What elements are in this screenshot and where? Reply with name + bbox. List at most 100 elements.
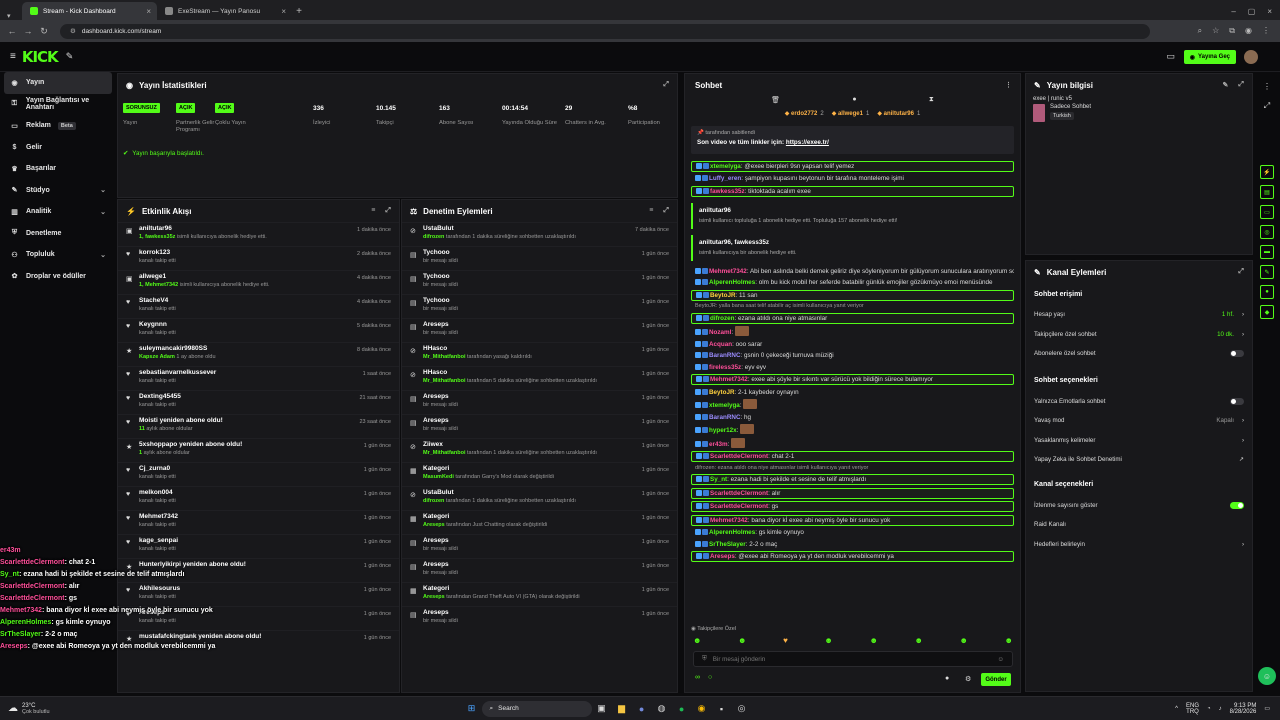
more-icon[interactable]: ⋮: [1260, 79, 1274, 93]
chat-message[interactable]: Acquan: ooo sarar: [691, 340, 1014, 349]
chat-message[interactable]: Mehmet7342: exee abi şöyle bir sıkıntı v…: [691, 374, 1014, 385]
feed-highlight[interactable]: Mr_Mithatfanboi: [423, 450, 465, 456]
feed-name[interactable]: kage_senpai: [139, 537, 178, 544]
chat-message[interactable]: difrozen: ezana atıldı ona niye atmasınl…: [691, 312, 1014, 324]
sidebar-item[interactable]: ✿ Droplar ve ödüller: [0, 266, 116, 288]
steam-icon[interactable]: ◍: [654, 701, 670, 717]
chat-message[interactable]: Mehmet7342: bana diyor kİ exee abi neymi…: [691, 514, 1014, 526]
feed-row[interactable]: ▤ Tychooo bir mesajı sildi 1 gün önce: [402, 294, 677, 318]
feed-name[interactable]: StacheV4: [139, 297, 176, 304]
chat-username[interactable]: Mehmet7342: [709, 268, 747, 275]
chat-username[interactable]: AlperenHolmes: [709, 529, 755, 536]
chat-username[interactable]: Nozaml: [709, 329, 731, 336]
feed-row[interactable]: ▤ Areseps bir mesajı sildi 1 gün önce: [402, 390, 677, 414]
file-explorer-icon[interactable]: ▆: [614, 701, 630, 717]
feed-row[interactable]: ▣ aniltutar96 1, fawkess35z isimli kullanı…: [118, 222, 399, 246]
tab-search-icon[interactable]: ▾: [0, 12, 22, 20]
setting-control[interactable]: [1230, 350, 1244, 358]
feed-row[interactable]: ♥ sebastianvarnelkussever kanalı takip ett…: [118, 366, 399, 390]
trash-icon[interactable]: 🗑: [771, 96, 780, 110]
sidebar-item[interactable]: ⚇ Topluluk ⌄: [0, 244, 116, 266]
chevron-down-icon[interactable]: ⌄: [100, 208, 106, 216]
chat-username[interactable]: SrTheSlayer: [709, 541, 746, 548]
chat-message[interactable]: BaranRNC: hg: [691, 413, 1014, 422]
feed-row[interactable]: ▤ Tychooo bir mesajı sildi 1 gün önce: [402, 246, 677, 270]
chat-menu-icon[interactable]: ⋮: [1005, 81, 1012, 89]
feed-row[interactable]: ⊘ HHasco Mr_Mithatfanboi tarafından 5 daki…: [402, 366, 677, 390]
obs-icon[interactable]: ◎: [734, 701, 750, 717]
emote-icon[interactable]: ☻: [869, 636, 877, 648]
feed-name[interactable]: Areseps: [423, 537, 458, 544]
feed-row[interactable]: ▤ Areseps bir mesajı sildi 1 gün önce: [402, 318, 677, 342]
feed-row[interactable]: ▤ Areseps bir mesajı sildi 1 gün önce: [402, 606, 677, 630]
chat-message[interactable]: AlperenHolmes: gs kimle oynuyo: [691, 528, 1014, 537]
emote-icon[interactable]: ☻: [1005, 636, 1013, 648]
chat-username[interactable]: Luffy_eren: [709, 175, 741, 182]
browser-tab-active[interactable]: Stream - Kick Dashboard ×: [22, 2, 157, 20]
chrome-icon[interactable]: ◉: [694, 701, 710, 717]
feed-row[interactable]: ♥ Mehmet7342 kanalı takip etti 1 gün önce: [118, 510, 399, 534]
emote-icon[interactable]: ♥: [783, 636, 788, 648]
close-tab-icon[interactable]: ×: [281, 7, 286, 16]
feed-name[interactable]: UstaBulut: [423, 489, 576, 496]
setting-row[interactable]: Yavaş mod Kapalı ›: [1026, 411, 1252, 431]
setting-control[interactable]: ›: [1242, 541, 1244, 548]
chat-username[interactable]: Areseps: [710, 553, 735, 560]
feed-highlight[interactable]: Kapsze Adam: [139, 354, 175, 360]
top-gifter[interactable]: ◆ erdo2772 2: [785, 110, 824, 122]
feed-name[interactable]: Tychooo: [423, 297, 458, 304]
chat-message[interactable]: xtemelyga:: [691, 399, 1014, 410]
feed-highlight[interactable]: Mr_Mithatfanboi: [423, 378, 465, 384]
chat-message[interactable]: Nozaml:: [691, 326, 1014, 337]
toggle-switch[interactable]: [1230, 397, 1244, 405]
sidebar-item[interactable]: ▥ Analitik ⌄: [0, 201, 116, 223]
setting-control[interactable]: [1230, 501, 1244, 509]
expand-icon[interactable]: ⤢: [663, 207, 669, 215]
language-indicator[interactable]: ENG TRQ: [1186, 703, 1199, 715]
feed-row[interactable]: ▣ allwege1 1, Mehmet7342 isimli kullanıcıy…: [118, 270, 399, 294]
feed-row[interactable]: ♥ korrok123 kanalı takip etti 2 dakika önce: [118, 246, 399, 270]
feed-name[interactable]: Mehmet7342: [139, 513, 178, 520]
filter-icon[interactable]: ≡: [371, 207, 375, 215]
hourglass-icon[interactable]: ⧗: [929, 96, 934, 110]
maximize-icon[interactable]: ▢: [1248, 7, 1256, 16]
extensions-icon[interactable]: ⧉: [1229, 26, 1235, 36]
feed-row[interactable]: ▦ Kategori Areseps tarafından Grand Theft …: [402, 582, 677, 606]
feed-row[interactable]: ▦ Kategori MasumKedi tarafından Garry's Mo…: [402, 462, 677, 486]
feed-row[interactable]: ▤ Areseps bir mesajı sildi 1 gün önce: [402, 414, 677, 438]
expand-icon[interactable]: ⤢: [663, 81, 669, 89]
chat-username[interactable]: BaranRNC: [709, 414, 741, 421]
sidebar-item[interactable]: ◉ Yayın: [4, 72, 112, 94]
new-tab-icon[interactable]: +: [292, 2, 306, 20]
chat-message[interactable]: ScarlettdeClermont: gs: [691, 501, 1014, 512]
feed-name[interactable]: UstaBulut: [423, 225, 576, 232]
chat-settings-icon[interactable]: ⚙: [965, 675, 971, 683]
emote-icon[interactable]: ☻: [914, 636, 922, 648]
setting-control[interactable]: [1230, 397, 1244, 405]
spotify-icon[interactable]: ●: [674, 701, 690, 717]
chat-username[interactable]: difrozen: [710, 315, 735, 322]
wrench-widget-icon[interactable]: ✎: [1260, 265, 1274, 279]
chat-username[interactable]: Mehmet7342: [710, 517, 748, 524]
stats-widget-icon[interactable]: ▤: [1260, 185, 1274, 199]
emote-icon[interactable]: ☻: [824, 636, 832, 648]
sidebar-item[interactable]: ✎ Stüdyo ⌄: [0, 180, 116, 202]
go-live-button[interactable]: ◉ Yayına Geç: [1183, 50, 1236, 64]
bookmark-star-icon[interactable]: ☆: [1212, 26, 1219, 36]
minimize-icon[interactable]: –: [1231, 7, 1235, 16]
feed-row[interactable]: ♥ melkon004 kanalı takip etti 1 gün önce: [118, 486, 399, 510]
chat-username[interactable]: Sy_nt: [710, 476, 727, 483]
feed-row[interactable]: ♥ Moisti yeniden abone oldu! 11 aylık abon…: [118, 414, 399, 438]
chat-message[interactable]: er43m:: [691, 437, 1014, 449]
diamond-widget-icon[interactable]: ◆: [1260, 305, 1274, 319]
close-tab-icon[interactable]: ×: [146, 7, 151, 16]
chat-username[interactable]: BeytoJR: [709, 389, 735, 396]
chat-username[interactable]: xtemelyga: [710, 163, 741, 170]
sidebar-item[interactable]: ♛ Başarılar: [0, 158, 116, 180]
chat-input-field[interactable]: [712, 655, 983, 663]
setting-row[interactable]: Hesap yaşı 1 hf. ›: [1026, 305, 1252, 325]
setting-control[interactable]: ›: [1242, 437, 1244, 444]
notifications-icon[interactable]: ▭: [1264, 705, 1270, 712]
sidebar-item[interactable]: ⚿ Yayın Bağlantısı ve Anahtarı: [0, 94, 116, 116]
chat-username[interactable]: ScarlettdeClermont: [710, 490, 768, 497]
